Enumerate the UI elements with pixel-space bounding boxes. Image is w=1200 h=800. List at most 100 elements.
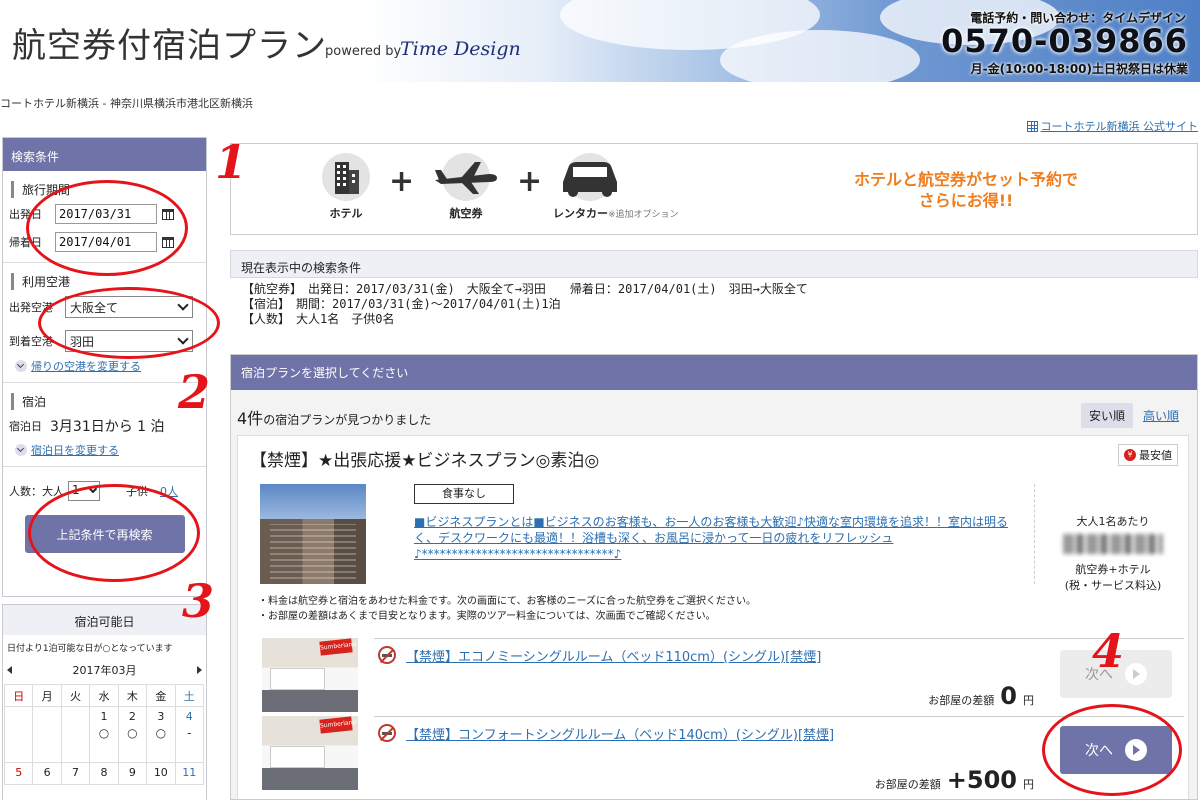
annotation-number: 1 xyxy=(215,135,248,189)
price-box: 大人1名あたり 航空券+ホテル (税・サービス料込) xyxy=(1038,514,1188,594)
conditions-people: 【人数】 大人1名 子供0名 xyxy=(242,312,395,326)
room-photo: Sumberland xyxy=(262,638,358,712)
grid-icon xyxy=(1026,120,1038,132)
car-item: レンタカー※追加オプション xyxy=(553,152,708,221)
airplane-icon xyxy=(435,153,497,201)
weekday-cell: 日 xyxy=(3,684,34,707)
plan-notes: ・料金は航空券と宿泊をあわせた料金です。次の画面にて、お客様のニーズに合った航空… xyxy=(258,594,756,624)
diff-amount: +500 xyxy=(946,766,1017,794)
week-row: 5 6 7 8 9 10 11 xyxy=(3,762,205,785)
chevron-down-icon xyxy=(15,360,27,372)
room-row: Sumberland 【禁煙】エコノミーシングルルーム（ベッド110cm）(シン… xyxy=(262,638,1184,714)
weekday-cell: 土 xyxy=(174,684,205,707)
change-stay-label: 宿泊日を変更する xyxy=(31,444,119,457)
plans-count-number: 4件 xyxy=(237,409,264,428)
stay-label: 宿泊日 xyxy=(9,420,42,433)
arrow-right-icon xyxy=(1125,663,1147,685)
meal-tag: 食事なし xyxy=(414,484,514,504)
day-cell xyxy=(32,706,62,763)
breadcrumb: コートホテル新横浜 - 神奈川県横浜市港北区新横浜 xyxy=(0,97,253,110)
promo-text: ホテルと航空券がセット予約で さらにお得!! xyxy=(816,169,1116,211)
divider xyxy=(374,638,1184,639)
plus-sign: + xyxy=(389,164,415,199)
annotation-number: 3 xyxy=(182,574,215,628)
brand-logo: Time Design xyxy=(400,38,521,60)
sidebar-header: 検索条件 xyxy=(3,138,206,171)
divider xyxy=(1034,484,1035,584)
plan-title: 【禁煙】★出張応援★ビジネスプラン◎素泊◎ xyxy=(250,451,600,471)
hotel-label: ホテル xyxy=(329,207,363,220)
conditions-header: 現在表示中の検索条件 xyxy=(230,250,1198,278)
annotation-number: 2 xyxy=(178,365,211,419)
conditions-body: 【航空券】 出発日：2017/03/31(金) 大阪全て→羽田 帰着日：2017… xyxy=(230,278,1198,331)
sort-expensive-tab[interactable]: 高い順 xyxy=(1137,403,1185,428)
package-banner: ホテル + 航空券 + レンタカー※追加オプション ホテルと航空券がセット予約で… xyxy=(230,143,1198,235)
annotation-circle xyxy=(28,484,200,582)
per-person-label: 大人1名あたり xyxy=(1076,515,1150,528)
week-row: 1 ○ 2 ○ 3 ○ 4- xyxy=(3,706,205,763)
conditions-flight: 【航空券】 出発日：2017/03/31(金) 大阪全て→羽田 帰着日：2017… xyxy=(242,282,808,296)
availability-note: 日付より1泊可能な日が○となっています xyxy=(7,644,173,654)
change-stay-link[interactable]: 宿泊日を変更する xyxy=(15,442,200,458)
day-cell[interactable]: 3 ○ xyxy=(146,706,176,763)
sort-cheap-tab[interactable]: 安い順 xyxy=(1080,403,1133,428)
day-cell xyxy=(3,706,34,763)
room-photo: Sumberland xyxy=(262,716,358,790)
site-title: 航空券付宿泊プラン xyxy=(12,26,327,66)
change-return-airport-link[interactable]: 帰りの空港を変更する xyxy=(15,358,200,374)
price-type: 航空券+ホテル xyxy=(1075,563,1151,576)
car-icon xyxy=(563,153,617,201)
phone-number: 0570-039866 xyxy=(941,22,1188,60)
hotel-icon xyxy=(322,153,370,201)
stay-value: 3月31日から 1 泊 xyxy=(50,419,165,435)
weekday-cell: 水 xyxy=(89,684,119,707)
plans-count: 4件の宿泊プランが見つかりました xyxy=(237,405,431,429)
plan-description-link[interactable]: ■ビジネスプランとは■ビジネスのお客様も、お一人のお客様も大歓迎♪快適な室内環境… xyxy=(414,514,1026,562)
hotel-photo xyxy=(260,484,366,584)
availability-calendar: 宿泊可能日 日付より1泊可能な日が○となっています 2017年03月 日 月 火… xyxy=(2,604,207,800)
yen-icon: ¥ xyxy=(1124,449,1136,461)
plans-header: 宿泊プランを選択してください xyxy=(231,355,1197,390)
hotel-item: ホテル xyxy=(316,152,376,221)
diff-unit: 円 xyxy=(1023,778,1034,791)
diff-unit: 円 xyxy=(1023,694,1034,707)
day-cell: 10 xyxy=(146,762,176,785)
official-site-link[interactable]: コートホテル新横浜 公式サイト xyxy=(1026,118,1198,134)
day-cell: 8 xyxy=(89,762,119,785)
no-smoking-icon xyxy=(378,646,396,664)
weekday-cell: 金 xyxy=(146,684,176,707)
day-cell[interactable]: 2 ○ xyxy=(117,706,148,763)
weekday-cell: 木 xyxy=(117,684,148,707)
calendar-month: 2017年03月 xyxy=(72,664,137,677)
prev-month-icon[interactable] xyxy=(7,666,12,674)
conditions-stay: 【宿泊】 期間：2017/03/31(金)～2017/04/01(土)1泊 xyxy=(242,297,561,311)
room-name-link[interactable]: 【禁煙】エコノミーシングルルーム（ベッド110cm）(シングル)[禁煙] xyxy=(406,646,821,665)
next-month-icon[interactable] xyxy=(197,666,202,674)
weekday-row: 日 月 火 水 木 金 土 xyxy=(3,684,205,707)
plus-sign: + xyxy=(517,164,543,199)
business-hours: 月-金(10:00-18:00)土日祝祭日は休業 xyxy=(970,62,1188,76)
day-cell: 7 xyxy=(60,762,91,785)
stay-title: 宿泊 xyxy=(11,393,200,410)
weekday-cell: 火 xyxy=(60,684,91,707)
room-name-link[interactable]: 【禁煙】コンフォートシングルルーム（ベッド140cm）(シングル)[禁煙] xyxy=(406,724,834,743)
day-cell xyxy=(60,706,91,763)
site-header: 航空券付宿泊プラン powered by Time Design 電話予約・問い… xyxy=(0,0,1200,82)
weekday-cell: 月 xyxy=(32,684,62,707)
annotation-number: 4 xyxy=(1092,624,1125,678)
calendar-grid: 日 月 火 水 木 金 土 1 ○ 2 ○ 3 ○ 4- 5 6 7 8 9 10 1… xyxy=(3,684,205,785)
day-cell: 11 xyxy=(174,762,205,785)
blurred-price xyxy=(1063,534,1163,554)
annotation-circle xyxy=(1042,704,1182,796)
sort-tabs: 安い順 高い順 xyxy=(1080,403,1185,428)
current-conditions: 現在表示中の検索条件 【航空券】 出発日：2017/03/31(金) 大阪全て→… xyxy=(230,250,1198,338)
car-note: ※追加オプション xyxy=(608,210,679,220)
day-cell[interactable]: 1 ○ xyxy=(89,706,119,763)
best-price-badge: ¥ 最安値 xyxy=(1118,444,1178,466)
room-price-diff: お部屋の差額 0 円 xyxy=(928,682,1034,710)
car-label: レンタカー xyxy=(553,207,608,220)
best-price-label: 最安値 xyxy=(1139,449,1172,462)
day-cell: 5 xyxy=(3,762,34,785)
chevron-down-icon xyxy=(15,444,27,456)
room-price-diff: お部屋の差額 +500 円 xyxy=(875,766,1034,794)
